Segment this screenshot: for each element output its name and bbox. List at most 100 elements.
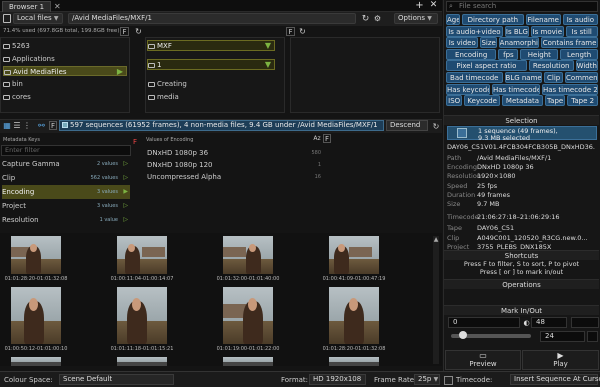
- tree-view-icon[interactable]: ⋮: [23, 121, 31, 130]
- scrollbar[interactable]: [433, 236, 439, 364]
- refresh-icon[interactable]: ↻: [432, 121, 440, 131]
- list-item[interactable]: Applications: [3, 54, 55, 64]
- play-button[interactable]: ▶ Play: [522, 350, 599, 370]
- filter-button[interactable]: Has timecode: [492, 83, 540, 95]
- filter-button[interactable]: Pixel aspect ratio: [446, 60, 527, 72]
- filter-button[interactable]: Comment: [565, 72, 598, 83]
- mark-in-field[interactable]: 0: [448, 317, 520, 328]
- thumbnail[interactable]: [329, 287, 379, 344]
- thumbnail[interactable]: [117, 236, 167, 274]
- sort-az-icon[interactable]: Az: [312, 134, 322, 143]
- length-stepper[interactable]: [587, 331, 598, 342]
- thumbnail[interactable]: [117, 287, 167, 344]
- filter-button[interactable]: fps: [498, 48, 519, 60]
- filter-button[interactable]: Has keycode: [446, 83, 490, 95]
- grid-view-icon[interactable]: ▦: [3, 121, 11, 130]
- slider-handle[interactable]: [459, 331, 467, 339]
- close-icon[interactable]: ✕: [429, 1, 438, 10]
- metadata-key-row-selected[interactable]: Encoding 3 values ▶: [2, 185, 130, 199]
- thumbnail[interactable]: [223, 236, 273, 274]
- list-item[interactable]: Creating: [148, 79, 187, 89]
- filter-button[interactable]: Keycode: [464, 95, 501, 107]
- preview-button[interactable]: ▭ Preview: [445, 350, 521, 370]
- list-item[interactable]: media: [148, 92, 179, 102]
- refresh-icon[interactable]: ↻: [361, 13, 370, 24]
- colour-space-select[interactable]: Scene Default: [59, 374, 174, 385]
- list-item-selected[interactable]: Avid MediaFiles ▶: [3, 66, 127, 76]
- filter-button[interactable]: Is video: [446, 37, 479, 49]
- mark-out-extra[interactable]: [571, 317, 599, 328]
- filter-button[interactable]: Is movie: [531, 25, 564, 37]
- thumbnail[interactable]: [11, 357, 61, 366]
- filter-icon[interactable]: F: [120, 27, 129, 36]
- list-item[interactable]: 5263: [3, 41, 30, 51]
- metadata-key-row[interactable]: Resolution 1 value ▷: [2, 213, 130, 227]
- metadata-filter-input[interactable]: Enter filter: [1, 145, 131, 156]
- length-slider[interactable]: [451, 331, 531, 339]
- filter-button[interactable]: Height: [520, 48, 559, 60]
- timecode-checkbox[interactable]: [444, 376, 453, 385]
- length-field[interactable]: 24: [540, 331, 585, 342]
- filter-icon[interactable]: F: [323, 134, 331, 143]
- filter-button[interactable]: Tape: [544, 95, 566, 107]
- path-segment-1[interactable]: MXF ▼: [147, 40, 275, 51]
- metadata-key-row[interactable]: Capture Gamma 2 values ▷: [2, 157, 130, 171]
- filter-button[interactable]: Has timecode 2: [542, 83, 598, 95]
- filter-icon[interactable]: F: [286, 27, 295, 36]
- add-tab-icon[interactable]: +: [415, 1, 424, 11]
- file-search-input[interactable]: ⌕ File search: [446, 1, 598, 12]
- metadata-key-row[interactable]: Project 3 values ▷: [2, 199, 130, 213]
- thumbnail[interactable]: [329, 357, 379, 366]
- filter-button[interactable]: BLG name: [504, 72, 543, 83]
- tab-browser[interactable]: Browser 1 ✕: [2, 1, 61, 12]
- mark-in-icon[interactable]: ◐: [522, 317, 531, 328]
- filter-button[interactable]: Metadata: [502, 95, 543, 107]
- filter-button[interactable]: Is audio: [562, 14, 598, 25]
- filter-button[interactable]: Tape 2: [567, 95, 598, 107]
- thumbnail[interactable]: [11, 287, 61, 344]
- thumbnail[interactable]: [223, 357, 273, 366]
- metadata-value-row[interactable]: DNxHD 1080p 36 580: [147, 148, 325, 159]
- timecode-mode-select[interactable]: Insert Sequence At Cursor: [510, 374, 600, 385]
- filter-button[interactable]: Is still: [565, 25, 598, 37]
- filter-button[interactable]: Size: [480, 37, 497, 49]
- thumbnail[interactable]: [329, 236, 379, 274]
- path-field[interactable]: /Avid MediaFiles/MXF/1: [68, 13, 356, 24]
- settings-icon[interactable]: ⚙: [373, 13, 382, 24]
- filter-button[interactable]: Filename: [525, 14, 561, 25]
- drive-select[interactable]: Local files ▼: [13, 13, 63, 24]
- refresh-icon[interactable]: ↻: [298, 27, 307, 36]
- filter-button[interactable]: ISO: [446, 95, 463, 107]
- filter-button[interactable]: Width: [575, 60, 598, 72]
- path-segment-2[interactable]: 1 ▼: [147, 59, 275, 70]
- filter-button[interactable]: Clip: [544, 72, 564, 83]
- filter-button[interactable]: Anamorphic: [498, 37, 540, 49]
- filter-button[interactable]: Resolution: [528, 60, 574, 72]
- link-icon[interactable]: ⚯: [37, 121, 46, 130]
- filter-button[interactable]: Is audio+video: [446, 25, 503, 37]
- thumbnail[interactable]: [11, 236, 61, 274]
- refresh-icon[interactable]: ↻: [134, 27, 143, 36]
- mark-out-field[interactable]: 48: [531, 317, 567, 328]
- thumbnail[interactable]: [223, 287, 273, 344]
- filter-button[interactable]: Age: [446, 14, 461, 25]
- list-item[interactable]: bin: [3, 79, 23, 89]
- filter-button[interactable]: Bad timecode: [446, 72, 503, 83]
- close-tab-icon[interactable]: ✕: [54, 2, 64, 12]
- format-select[interactable]: HD 1920x108: [309, 374, 366, 385]
- descend-button[interactable]: Descend: [386, 120, 428, 131]
- filter-button[interactable]: Is BLG: [504, 25, 530, 37]
- metadata-value-row[interactable]: Uncompressed Alpha 16: [147, 172, 325, 183]
- filter-button[interactable]: Contains frame: [541, 37, 598, 49]
- filter-button[interactable]: Directory path: [462, 14, 524, 25]
- filter-button[interactable]: Encoding: [446, 48, 497, 60]
- frame-rate-select[interactable]: 25p ▼: [414, 374, 440, 385]
- list-view-icon[interactable]: ☰: [13, 121, 21, 130]
- options-button[interactable]: Options ▼: [394, 13, 438, 24]
- scroll-up-icon[interactable]: ▲: [433, 236, 439, 245]
- filter-icon[interactable]: F: [133, 138, 141, 146]
- filter-icon[interactable]: F: [49, 121, 57, 130]
- filter-button[interactable]: Length: [560, 48, 598, 60]
- metadata-key-row[interactable]: Clip 562 values ▷: [2, 171, 130, 185]
- thumbnail[interactable]: [117, 357, 167, 366]
